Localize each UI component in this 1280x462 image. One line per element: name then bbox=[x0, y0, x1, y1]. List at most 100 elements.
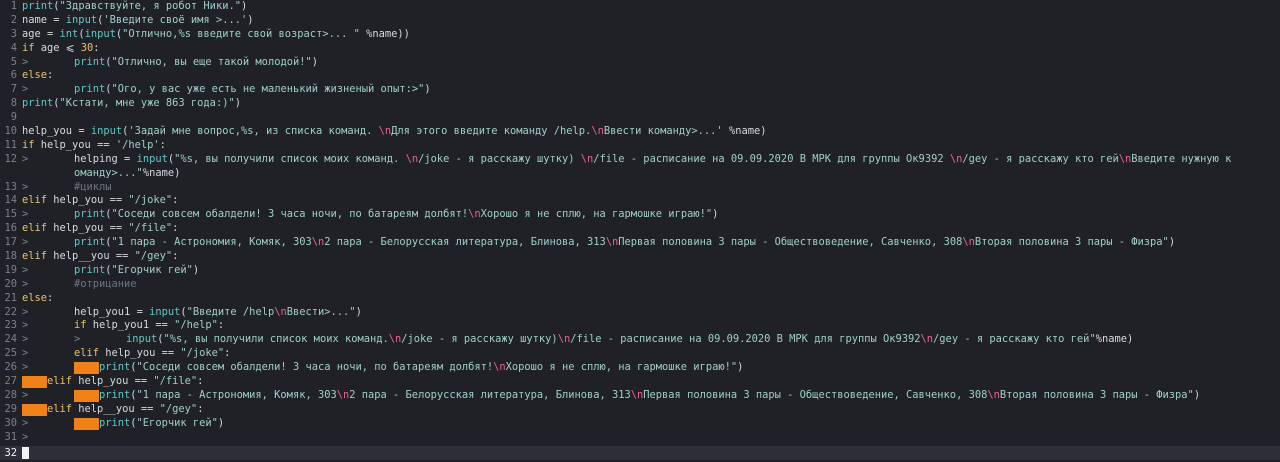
code-token: : bbox=[93, 41, 100, 54]
code-token: Хорошо я не сплю, на гармошке играю!" bbox=[505, 361, 738, 374]
code-token: "Здравствуйте, я робот Ники." bbox=[59, 0, 241, 12]
indent-marker: > bbox=[22, 277, 29, 290]
code-line[interactable]: оманду>..."%name) bbox=[0, 167, 1280, 181]
code-line[interactable]: 23 > if help_you1 == "/help": bbox=[0, 319, 1280, 333]
code-token: print bbox=[74, 208, 106, 221]
code-line[interactable]: 24 > > input("%s, вы получили список моих к… bbox=[0, 333, 1280, 347]
code-token: \n bbox=[493, 361, 506, 374]
code-token: 'Введите своё имя >...' bbox=[103, 13, 248, 26]
code-token: : bbox=[197, 375, 204, 388]
line-number: 20 bbox=[4, 277, 17, 290]
indent-marker: > bbox=[74, 333, 81, 346]
line-number: 31 bbox=[4, 430, 17, 443]
code-line[interactable]: 13 > #циклы bbox=[0, 181, 1280, 195]
code-token: \n bbox=[605, 236, 619, 249]
current-line-number: 32 bbox=[4, 447, 17, 459]
code-line[interactable]: 8 print("Кстати, мне уже 863 года:)") bbox=[0, 97, 1280, 111]
code-token: "1 пара - Астрономия, Комяк, 303 bbox=[136, 388, 337, 401]
code-text: elif help_you == "/file": bbox=[22, 222, 178, 236]
line-number: 4 bbox=[10, 41, 17, 54]
code-token: = bbox=[53, 13, 66, 26]
code-text: print("1 пара - Астрономия, Комяк, 303\n… bbox=[99, 389, 1200, 403]
code-line[interactable]: 25 > elif help_you == "/joke": bbox=[0, 347, 1280, 361]
code-line[interactable]: 31 > bbox=[0, 431, 1280, 445]
code-line[interactable]: 30 > print("Егорчик гей") bbox=[0, 417, 1280, 431]
code-token: "Отлично,%s введите свой возраст>... " bbox=[122, 27, 360, 40]
code-line[interactable]: 27 elif help_you == "/file": bbox=[0, 375, 1280, 389]
code-line[interactable]: 2 name = input('Введите своё имя >...') bbox=[0, 14, 1280, 28]
code-line[interactable]: 29 elif help__you == "/gey": bbox=[0, 403, 1280, 417]
code-line[interactable]: 6 else: bbox=[0, 69, 1280, 83]
code-token: print bbox=[74, 263, 106, 276]
code-token: : bbox=[47, 291, 54, 304]
code-token: "/gey" bbox=[159, 402, 198, 415]
indent-marker: > bbox=[22, 55, 29, 68]
code-line[interactable]: 7 > print("Ого, у вас уже есть не маленьки… bbox=[0, 83, 1280, 97]
code-token: age bbox=[22, 27, 48, 40]
code-line[interactable]: 20 > #отрицание bbox=[0, 278, 1280, 292]
code-line[interactable]: 21 else: bbox=[0, 292, 1280, 306]
line-number: 3 bbox=[10, 27, 17, 40]
code-line[interactable]: 11 if help_you == '/help': bbox=[0, 139, 1280, 153]
code-token: = bbox=[47, 27, 60, 40]
code-token: == bbox=[115, 250, 135, 263]
line-number: 17 bbox=[4, 236, 17, 249]
code-token: print bbox=[99, 388, 131, 401]
command-line[interactable]: 32 bbox=[0, 446, 1280, 460]
code-text: print("Кстати, мне уже 863 года:)") bbox=[22, 97, 241, 111]
code-line[interactable]: 19 > print("Егорчик гей") bbox=[0, 264, 1280, 278]
code-line[interactable]: 3 age = int(input("Отлично,%s введите сво… bbox=[0, 28, 1280, 42]
code-line[interactable]: 15 > print("Соседи совсем обалдели! 3 часа… bbox=[0, 208, 1280, 222]
code-text: if help_you == '/help': bbox=[22, 139, 166, 153]
indent-marker: > bbox=[22, 361, 29, 374]
code-token: #циклы bbox=[74, 180, 112, 193]
code-token: %name)) bbox=[359, 27, 410, 40]
code-token: Ввести команду>...' bbox=[603, 125, 723, 138]
line-number: 16 bbox=[4, 222, 17, 235]
code-line[interactable]: 14 elif help_you == "/joke": bbox=[0, 194, 1280, 208]
code-token: if bbox=[22, 138, 35, 151]
code-token: /joke - я расскажу шутку) bbox=[401, 333, 558, 346]
code-line[interactable]: 26 > print("Соседи совсем обалдели! 3 часа… bbox=[0, 361, 1280, 375]
code-token: ) bbox=[1193, 388, 1201, 401]
code-token: \n bbox=[920, 333, 934, 346]
code-token: "/joke" bbox=[128, 194, 173, 207]
code-token: == bbox=[109, 222, 129, 235]
code-token: input bbox=[84, 27, 116, 40]
code-token: \n bbox=[388, 333, 402, 346]
code-text: print("Здравствуйте, я робот Ники.") bbox=[22, 0, 247, 14]
code-token: \n bbox=[1118, 152, 1132, 165]
code-token: print bbox=[99, 416, 131, 429]
code-editor[interactable]: 1 print("Здравствуйте, я робот Ники.") 2 na… bbox=[0, 0, 1280, 448]
code-token: help_you bbox=[72, 375, 135, 388]
code-token: Введите нужную к bbox=[1131, 152, 1232, 165]
code-token: ) bbox=[240, 0, 248, 12]
indent-marker: > bbox=[22, 347, 29, 360]
text-cursor bbox=[22, 447, 29, 459]
code-token: == bbox=[155, 319, 175, 332]
code-line[interactable]: 5 > print("Отлично, вы еще такой молодой!"… bbox=[0, 56, 1280, 70]
line-number: 14 bbox=[4, 194, 17, 207]
code-token: help_you1 bbox=[86, 319, 156, 332]
line-number: 28 bbox=[4, 388, 17, 401]
code-line[interactable]: 9 bbox=[0, 111, 1280, 125]
code-token: = bbox=[136, 305, 150, 318]
code-line[interactable]: 17 > print("1 пара - Астрономия, Комяк, 30… bbox=[0, 236, 1280, 250]
line-number: 12 bbox=[4, 152, 17, 165]
code-line[interactable]: 10 help_you = input('Задай мне вопрос,%s,… bbox=[0, 125, 1280, 139]
code-line[interactable]: 18 elif help__you == "/gey": bbox=[0, 250, 1280, 264]
code-token: "Егорчик гей" bbox=[136, 416, 218, 429]
code-text: print("Отлично, вы еще такой молодой!") bbox=[74, 56, 318, 70]
code-line[interactable]: 4 if age ⩽ 30: bbox=[0, 42, 1280, 56]
code-line[interactable]: 1 print("Здравствуйте, я робот Ники.") bbox=[0, 0, 1280, 14]
code-line[interactable]: 16 elif help_you == "/file": bbox=[0, 222, 1280, 236]
code-line[interactable]: 22 > help_you1 = input("Введите /help\nВве… bbox=[0, 306, 1280, 320]
code-token: 30 bbox=[80, 41, 94, 54]
line-number: 9 bbox=[10, 111, 17, 124]
code-line[interactable]: 12 > helping = input("%s, вы получили спис… bbox=[0, 153, 1280, 167]
code-token: \n bbox=[580, 152, 594, 165]
code-line[interactable]: 28 > print("1 пара - Астрономия, Комяк, 30… bbox=[0, 389, 1280, 403]
line-number: 21 bbox=[4, 291, 17, 304]
mixed-indent-highlight bbox=[74, 389, 99, 402]
code-text: helping = input("%s, вы получили список … bbox=[74, 153, 1231, 167]
